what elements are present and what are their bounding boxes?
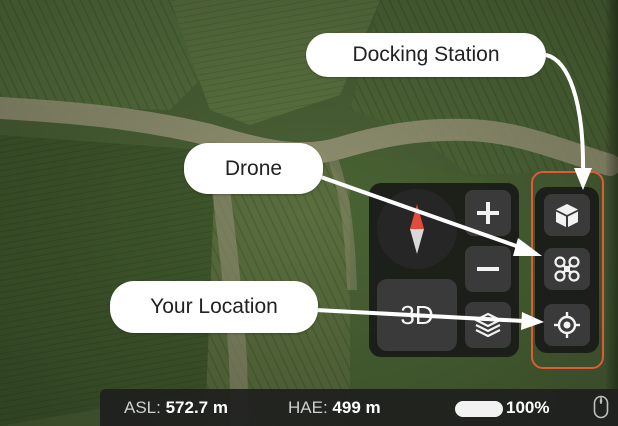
callout-drone-label: Drone (224, 156, 283, 180)
battery-percent: 100% (506, 398, 550, 417)
layers-icon (474, 312, 502, 338)
status-bar: ASL: 572.7 m HAE: 499 m 100% (100, 389, 618, 426)
hae-readout: HAE: 499 m (288, 398, 381, 418)
compass-button[interactable] (377, 189, 457, 269)
hae-label: HAE: (288, 398, 328, 417)
minus-icon (477, 267, 499, 271)
callout-your-location: Your Location (110, 281, 318, 333)
battery-bar (455, 401, 503, 417)
map-view[interactable]: 3D Docking Station Drone Your Location A… (0, 0, 618, 426)
callout-docking-station: Docking Station (306, 33, 546, 77)
mouse-icon[interactable] (593, 395, 609, 419)
asl-label: ASL: (124, 398, 161, 417)
hae-value: 499 m (332, 398, 381, 417)
plus-icon (477, 202, 499, 224)
zoom-out-button[interactable] (465, 246, 511, 292)
map-layers-button[interactable] (465, 302, 511, 348)
view-3d-label: 3D (400, 299, 434, 330)
asl-readout: ASL: 572.7 m (124, 398, 228, 418)
zoom-in-button[interactable] (465, 190, 511, 236)
callout-drone: Drone (184, 143, 323, 194)
asl-value: 572.7 m (165, 398, 228, 417)
locate-panel-highlight (531, 171, 604, 369)
compass-icon (410, 204, 424, 254)
map-edge-shadow (606, 0, 618, 389)
callout-docking-station-label: Docking Station (352, 43, 500, 66)
callout-your-location-label: Your Location (150, 295, 278, 318)
view-3d-button[interactable]: 3D (377, 279, 457, 351)
